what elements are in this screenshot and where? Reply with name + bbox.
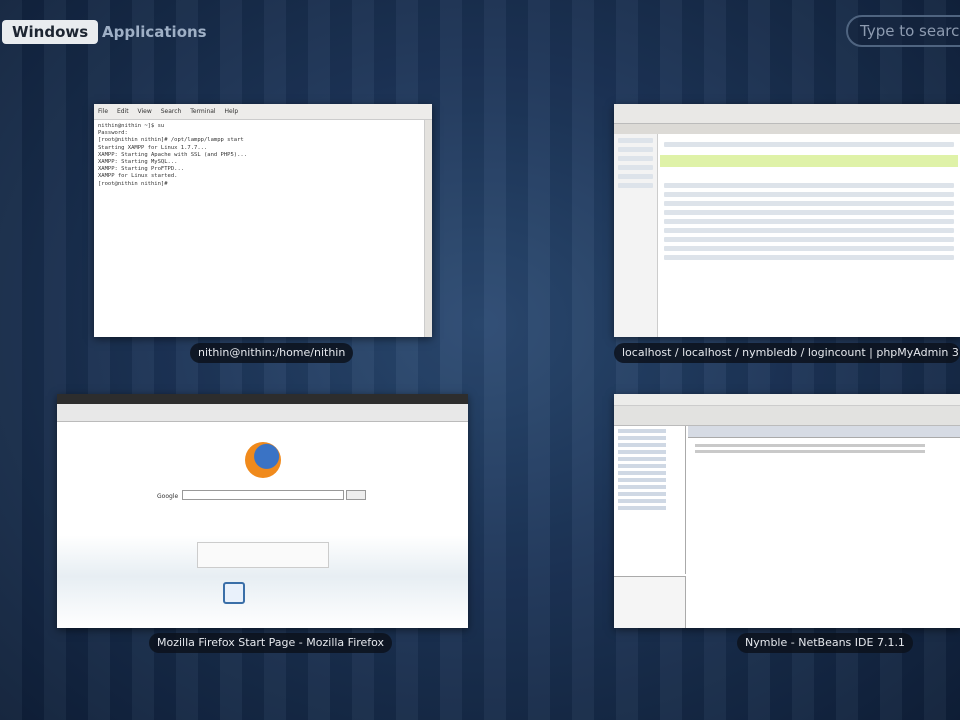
firefox-search-label: Google (157, 493, 179, 500)
phpmyadmin-main (660, 134, 958, 337)
overview-top-bar: Windows Applications Type to search... (0, 0, 960, 60)
menu-item: View (137, 108, 152, 115)
search-input[interactable]: Type to search... (846, 15, 960, 47)
firefox-navbar (57, 404, 468, 422)
phpmyadmin-success-bar (660, 155, 958, 167)
browser-tabs (614, 124, 960, 134)
firefox-search-button (346, 490, 366, 500)
window-caption-netbeans[interactable]: Nymble - NetBeans IDE 7.1.1 (737, 633, 913, 653)
window-caption-phpmyadmin[interactable]: localhost / localhost / nymbledb / login… (614, 343, 960, 363)
tab-applications[interactable]: Applications (92, 20, 217, 44)
firefox-titlebar (57, 394, 468, 404)
browser-toolbar (614, 104, 960, 124)
window-caption-firefox[interactable]: Mozilla Firefox Start Page - Mozilla Fir… (149, 633, 393, 653)
netbeans-output-tabs (688, 426, 960, 438)
menu-item: File (98, 108, 109, 115)
terminal-line: [root@nithin nithin]# (98, 180, 168, 187)
terminal-line: XAMPP: Starting Apache with SSL (and PHP… (98, 151, 248, 158)
phpmyadmin-sidebar (614, 134, 658, 337)
terminal-line: XAMPP: Starting MySQL... (98, 159, 178, 166)
firefox-logo-icon (245, 442, 281, 478)
window-thumbnail-terminal[interactable]: File Edit View Search Terminal Help nith… (94, 104, 432, 337)
terminal-line: Starting XAMPP for Linux 1.7.7... (98, 144, 208, 151)
netbeans-output (688, 438, 960, 628)
netbeans-menubar (614, 394, 960, 406)
window-thumbnail-firefox[interactable]: Google (57, 394, 468, 628)
terminal-line: [root@nithin nithin]# /opt/lampp/lampp s… (98, 137, 244, 144)
terminal-line: nithin@nithin ~]$ su (98, 123, 165, 129)
firefox-sync-icon (223, 582, 245, 604)
firefox-start-page: Google (57, 422, 468, 628)
menu-item: Help (224, 108, 239, 115)
netbeans-toolbar (614, 406, 960, 426)
terminal-line: XAMPP for Linux started. (98, 173, 178, 180)
netbeans-projects-panel (614, 426, 686, 574)
window-thumbnail-netbeans[interactable] (614, 394, 960, 628)
tab-windows[interactable]: Windows (2, 20, 99, 44)
menu-item: Terminal (190, 108, 216, 115)
menu-item: Edit (116, 108, 129, 115)
terminal-menubar: File Edit View Search Terminal Help (94, 104, 432, 120)
firefox-snippet (197, 542, 329, 568)
terminal-scrollbar (424, 120, 432, 337)
firefox-search-field (182, 490, 344, 500)
menu-item: Search (160, 108, 182, 115)
window-thumbnail-phpmyadmin[interactable] (614, 104, 960, 337)
terminal-line: Password: (98, 130, 128, 137)
terminal-line: XAMPP: Starting ProFTPD... (98, 166, 185, 173)
netbeans-navigator-panel (614, 576, 686, 628)
window-caption-terminal[interactable]: nithin@nithin:/home/nithin (190, 343, 354, 363)
terminal-output: nithin@nithin ~]$ su Password: [root@nit… (94, 120, 432, 191)
